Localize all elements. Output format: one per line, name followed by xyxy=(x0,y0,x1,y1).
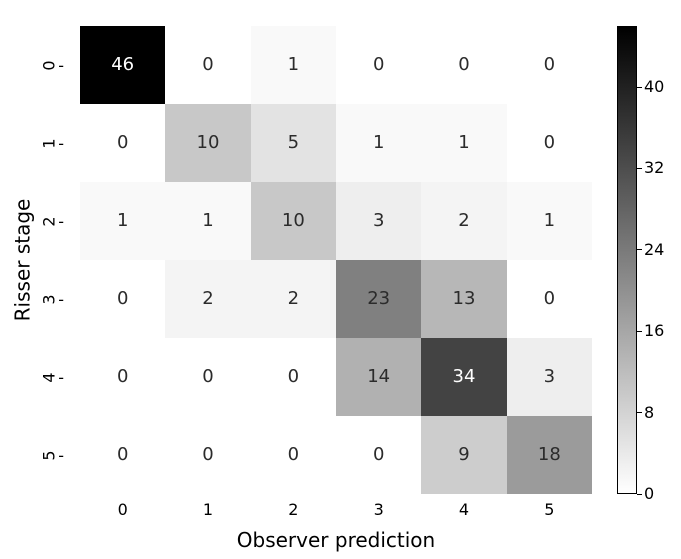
y-tick: 0- xyxy=(34,26,74,104)
heatmap-cell: 0 xyxy=(165,338,250,416)
heatmap-cell: 0 xyxy=(80,260,165,338)
x-tick: 4 xyxy=(421,500,506,522)
heatmap-cell: 10 xyxy=(251,182,336,260)
heatmap-cell: 0 xyxy=(507,260,592,338)
heatmap-cell: 5 xyxy=(251,104,336,182)
confusion-matrix-figure: Risser stage 0-1-2-3-4-5- 46010000105110… xyxy=(0,0,681,559)
colorbar-tick: 16 xyxy=(644,321,664,340)
heatmap-cell: 0 xyxy=(80,338,165,416)
colorbar-tick: 32 xyxy=(644,158,664,177)
y-tick: 4- xyxy=(34,338,74,416)
x-axis-label: Observer prediction xyxy=(80,528,592,552)
x-tick: 3 xyxy=(336,500,421,522)
x-tick: 0 xyxy=(80,500,165,522)
heatmap-cell: 2 xyxy=(165,260,250,338)
colorbar xyxy=(617,26,637,494)
y-tick-labels: 0-1-2-3-4-5- xyxy=(34,26,74,494)
colorbar-ticks: 0816243240 xyxy=(644,26,678,494)
heatmap-cell: 46 xyxy=(80,26,165,104)
heatmap-cell: 9 xyxy=(421,416,506,494)
x-axis-label-text: Observer prediction xyxy=(237,528,435,552)
heatmap-cell: 3 xyxy=(336,182,421,260)
heatmap-cell: 1 xyxy=(421,104,506,182)
heatmap-cell: 23 xyxy=(336,260,421,338)
y-axis-label-text: Risser stage xyxy=(10,199,34,322)
heatmap-cell: 3 xyxy=(507,338,592,416)
heatmap-cell: 0 xyxy=(251,416,336,494)
heatmap-cell: 0 xyxy=(507,104,592,182)
y-axis-label: Risser stage xyxy=(10,26,34,494)
heatmap-cell: 0 xyxy=(80,104,165,182)
colorbar-tick: 40 xyxy=(644,77,664,96)
x-tick: 5 xyxy=(507,500,592,522)
heatmap-cell: 0 xyxy=(336,416,421,494)
heatmap-plot-area: 4601000010511011103210222313000014343000… xyxy=(80,26,592,494)
heatmap-cell: 18 xyxy=(507,416,592,494)
heatmap-cell: 1 xyxy=(251,26,336,104)
heatmap-cell: 2 xyxy=(421,182,506,260)
colorbar-tick: 8 xyxy=(644,403,654,422)
heatmap-cell: 1 xyxy=(80,182,165,260)
heatmap-cell: 34 xyxy=(421,338,506,416)
heatmap-cell: 1 xyxy=(507,182,592,260)
x-tick: 1 xyxy=(165,500,250,522)
x-tick-labels: 012345 xyxy=(80,500,592,522)
y-tick: 2- xyxy=(34,182,74,260)
heatmap-cell: 0 xyxy=(80,416,165,494)
heatmap-grid: 4601000010511011103210222313000014343000… xyxy=(80,26,592,494)
heatmap-cell: 0 xyxy=(165,416,250,494)
y-tick: 1- xyxy=(34,104,74,182)
heatmap-cell: 14 xyxy=(336,338,421,416)
heatmap-cell: 0 xyxy=(336,26,421,104)
y-tick: 5- xyxy=(34,416,74,494)
heatmap-cell: 10 xyxy=(165,104,250,182)
heatmap-cell: 2 xyxy=(251,260,336,338)
heatmap-cell: 0 xyxy=(421,26,506,104)
heatmap-cell: 13 xyxy=(421,260,506,338)
colorbar-tick: 0 xyxy=(644,484,654,503)
heatmap-cell: 0 xyxy=(251,338,336,416)
heatmap-cell: 0 xyxy=(165,26,250,104)
heatmap-cell: 0 xyxy=(507,26,592,104)
heatmap-cell: 1 xyxy=(336,104,421,182)
colorbar-tick: 24 xyxy=(644,240,664,259)
x-tick: 2 xyxy=(251,500,336,522)
y-tick: 3- xyxy=(34,260,74,338)
heatmap-cell: 1 xyxy=(165,182,250,260)
